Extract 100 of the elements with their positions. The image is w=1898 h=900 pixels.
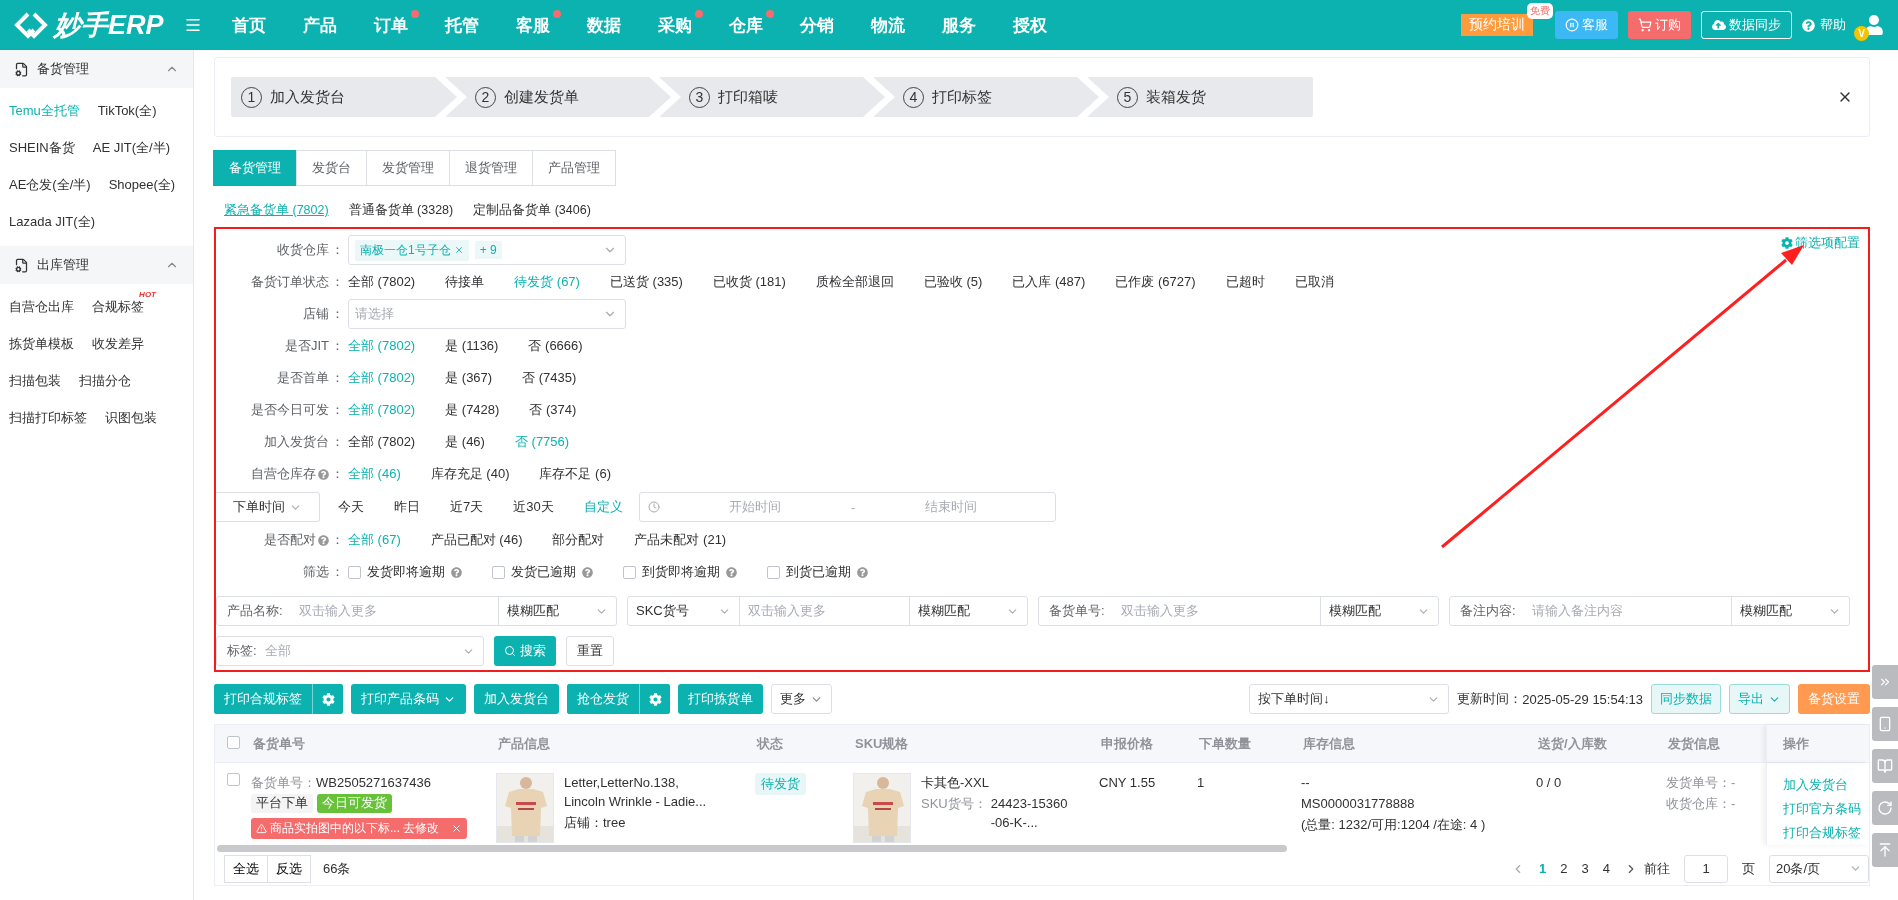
sidebar-item[interactable]: Lazada JIT(全)	[9, 203, 95, 240]
sku-code: SKU货号： 24423-15360-06-K-...	[921, 795, 1069, 832]
sidebar-item[interactable]: 识图包装	[105, 399, 157, 436]
order-tag: 平台下单	[251, 794, 313, 813]
label-colon: ：	[331, 337, 344, 355]
filter-option[interactable]: 今天	[338, 498, 364, 516]
select-all-button[interactable]: 全选	[224, 854, 268, 883]
tab[interactable]: 产品管理	[532, 150, 616, 186]
product-name: Letter,LetterNo.138, Lincoln Wrinkle - Ladie...	[564, 774, 708, 811]
column-header: 发货信息	[1667, 734, 1721, 753]
tab[interactable]: 发货管理	[366, 150, 450, 186]
filter-checkbox[interactable]: 发货已逾期	[492, 563, 593, 581]
filter-option[interactable]: 已超时	[1225, 273, 1265, 291]
search-field[interactable]: 产品名称: 双击输入更多 模糊匹配	[216, 596, 617, 626]
page-number[interactable]: 2	[1560, 861, 1568, 876]
free-label: 免费	[1527, 3, 1553, 19]
search-field[interactable]: 备注内容: 请输入备注内容 模糊匹配	[1449, 596, 1850, 626]
sidebar-item[interactable]: 扫描包装	[9, 362, 61, 399]
sidebar-item[interactable]: TikTok(全)	[97, 92, 157, 129]
filter-option[interactable]: 已取消	[1294, 273, 1334, 291]
search-field[interactable]: SKC货号 双击输入更多 模糊匹配	[627, 596, 1028, 626]
sidebar-section-header[interactable]: 出库管理	[0, 246, 193, 284]
sidebar-item[interactable]: Shopee(全)	[108, 166, 176, 203]
invert-selection-button[interactable]: 反选	[267, 854, 311, 883]
search-field[interactable]: 备货单号: 双击输入更多 模糊匹配	[1038, 596, 1439, 626]
column-header: 备货单号	[252, 734, 306, 753]
clock-icon	[647, 501, 660, 513]
filter-option[interactable]: 已送货 (335)	[609, 273, 683, 291]
tab[interactable]: 退货管理	[449, 150, 533, 186]
back-to-top-icon[interactable]	[1872, 833, 1898, 867]
filter-option[interactable]: 已收货 (181)	[712, 273, 786, 291]
alert-text: 商品实拍图中的以下标... 去修改	[270, 820, 440, 837]
avatar-badge: V	[1854, 26, 1869, 41]
filter-option[interactable]: 部分配对	[552, 531, 605, 549]
label-colon: ：	[331, 369, 344, 387]
more-button[interactable]: 更多	[771, 684, 832, 714]
book-icon[interactable]	[1872, 749, 1898, 783]
filter-option[interactable]: 库存不足 (6)	[539, 465, 611, 483]
filter-checkbox[interactable]: 发货即将逾期	[348, 563, 462, 581]
filter-option[interactable]: 近7天	[450, 498, 484, 516]
sub-tab[interactable]: 普通备货单 (3328)	[348, 202, 454, 219]
sidebar-item[interactable]: SHEIN备货	[9, 129, 75, 166]
refresh-icon[interactable]	[1872, 791, 1898, 825]
shipping-info: 收货仓库：-	[1666, 796, 1736, 811]
sidebar-item[interactable]: AE仓发(全/半)	[9, 166, 91, 203]
filter-option[interactable]: 否 (7435)	[522, 369, 577, 387]
time-type-select[interactable]: 下单时间	[216, 492, 320, 522]
search-icon	[504, 645, 516, 657]
sidebar-item[interactable]: 扫描打印标签	[9, 399, 87, 436]
page-number[interactable]: 4	[1602, 861, 1610, 876]
sidebar-item[interactable]: 拣货单模板	[9, 325, 74, 362]
column-header: 下单数量	[1198, 734, 1252, 753]
label-colon: ：	[331, 305, 344, 323]
phone-icon[interactable]	[1872, 707, 1898, 741]
filter-option[interactable]: 昨日	[394, 498, 420, 516]
page-size-select[interactable]: 20条/页	[1769, 854, 1869, 883]
filter-option[interactable]: 否 (374)	[529, 401, 577, 419]
filter-option[interactable]: 已验收 (5)	[923, 273, 983, 291]
filter-option[interactable]: 是 (7428)	[445, 401, 500, 419]
filter-option[interactable]: 产品已配对 (46)	[430, 531, 523, 549]
gear-icon	[1781, 237, 1793, 249]
horizontal-scrollbar[interactable]	[217, 845, 1287, 852]
filter-option[interactable]: 库存充足 (40)	[430, 465, 510, 483]
sidebar-item[interactable]: AE JIT(全/半)	[92, 129, 170, 166]
filter-label: 是否今日可发	[251, 401, 329, 419]
page-input[interactable]: 1	[1684, 854, 1728, 883]
cloud-upload-icon	[1712, 18, 1726, 32]
sort-select[interactable]: 按下单时间↓	[1249, 684, 1450, 714]
tab[interactable]: 发货台	[296, 150, 367, 186]
help-icon	[726, 566, 737, 578]
filter-option[interactable]: 是 (46)	[445, 433, 485, 451]
filter-option[interactable]: 否 (6666)	[528, 337, 583, 355]
filter-option[interactable]: 质检全部退回	[815, 273, 894, 291]
sub-tab[interactable]: 定制品备货单 (3406)	[473, 202, 591, 219]
sidebar-item[interactable]: 扫描分仓	[79, 362, 131, 399]
label-colon: ：	[331, 465, 344, 483]
filter-option[interactable]: 全部 (7802)	[348, 433, 416, 451]
help-icon	[1802, 18, 1815, 32]
order-number: 备货单号：WB2505271637436	[251, 774, 432, 792]
filter-option[interactable]: 是 (367)	[445, 369, 493, 387]
sidebar-section-header[interactable]: 备货管理	[0, 50, 193, 88]
row-checkbox[interactable]	[227, 773, 240, 786]
header-checkbox[interactable]	[227, 735, 240, 749]
filter-option[interactable]: 已作废 (6727)	[1115, 273, 1196, 291]
filter-option[interactable]: 近30天	[513, 498, 554, 516]
update-label: 更新时间：	[1457, 690, 1523, 708]
filter-checkbox[interactable]: 到货已逾期	[767, 563, 868, 581]
tag-select[interactable]: 标签: 全部	[216, 636, 484, 666]
reset-button[interactable]: 重置	[566, 636, 614, 666]
page-number[interactable]: 3	[1581, 861, 1589, 876]
filter-option[interactable]: 产品未配对 (21)	[634, 531, 727, 549]
sidebar-item[interactable]: 收发差异	[92, 325, 144, 362]
filter-option[interactable]: 是 (1136)	[445, 337, 499, 355]
sidebar-item[interactable]: 自营仓出库	[9, 288, 74, 325]
collapse-icon[interactable]	[1872, 665, 1898, 699]
filter-option[interactable]: 全部 (7802)	[348, 273, 416, 291]
filter-option[interactable]: 已入库 (487)	[1012, 273, 1086, 291]
label-colon: ：	[331, 401, 344, 419]
filter-option[interactable]: 待接单	[445, 273, 485, 291]
filter-checkbox[interactable]: 到货即将逾期	[623, 563, 737, 581]
